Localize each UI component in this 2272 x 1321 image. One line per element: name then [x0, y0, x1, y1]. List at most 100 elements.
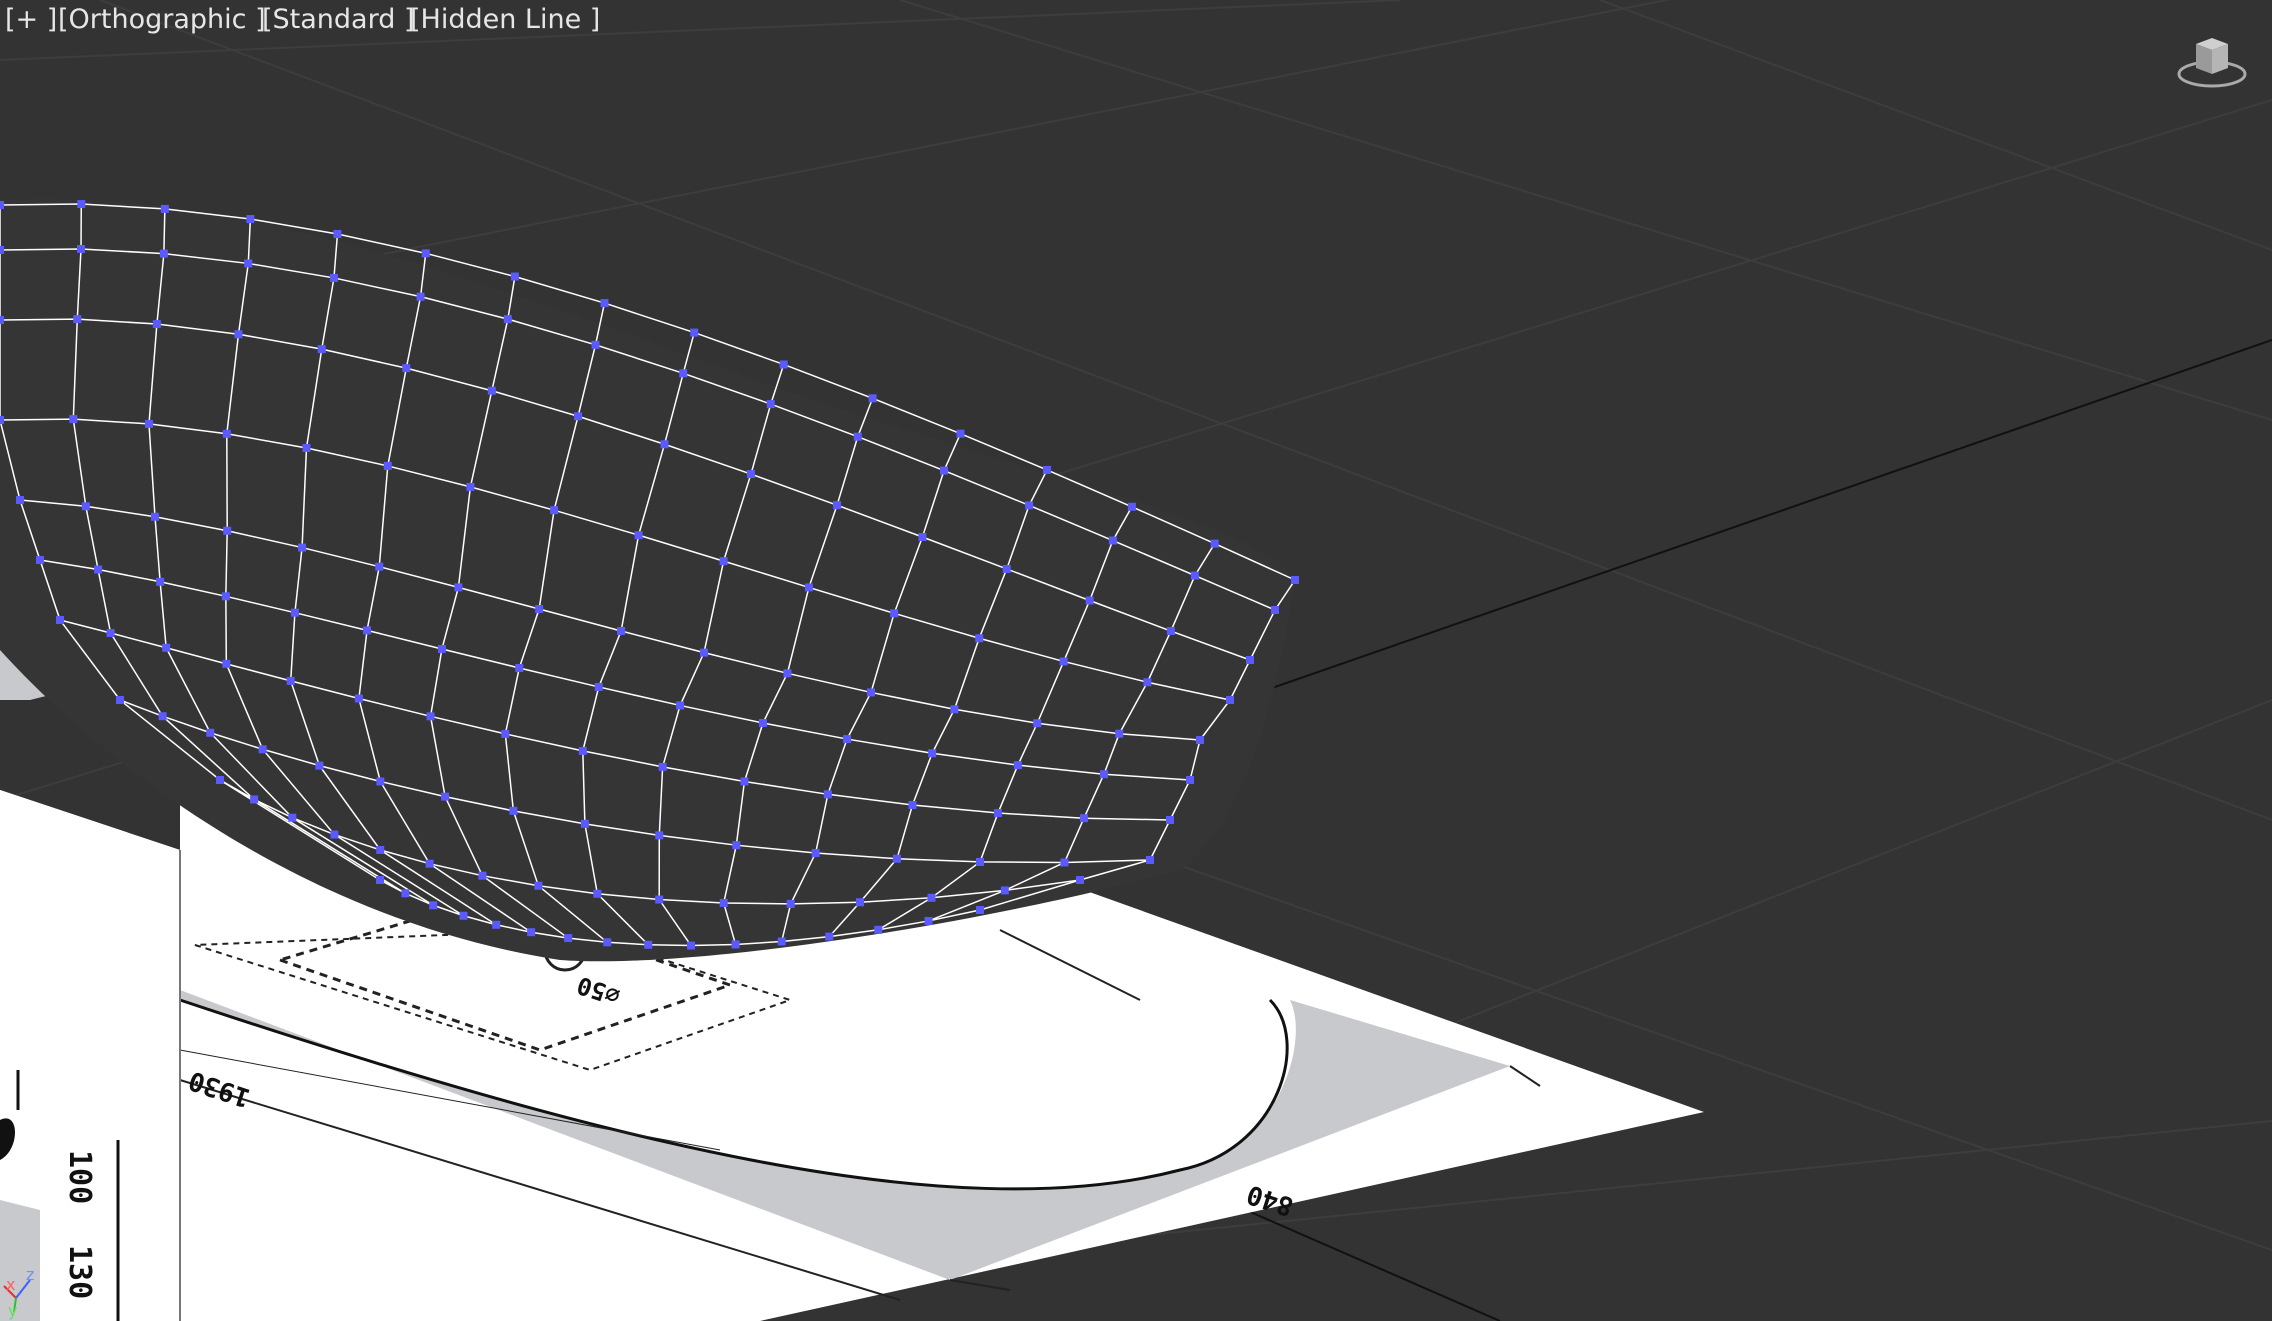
mesh-vertex[interactable] [315, 761, 324, 770]
mesh-vertex[interactable] [376, 845, 385, 854]
mesh-vertex[interactable] [330, 830, 339, 839]
mesh-vertex[interactable] [1059, 657, 1068, 666]
mesh-vertex[interactable] [302, 443, 311, 452]
mesh-vertex[interactable] [1246, 656, 1254, 664]
mesh-vertex[interactable] [783, 669, 792, 678]
viewport-3d[interactable]: 1930 840 ⌀50 100 130 [+ ] [Orthographic … [0, 0, 2272, 1321]
mesh-vertex[interactable] [853, 432, 862, 441]
mesh-vertex[interactable] [535, 605, 544, 614]
mesh-vertex[interactable] [779, 360, 788, 369]
mesh-vertex[interactable] [363, 626, 372, 635]
mesh-vertex[interactable] [660, 440, 669, 449]
mesh-vertex[interactable] [1166, 627, 1175, 636]
mesh-vertex[interactable] [376, 777, 385, 786]
mesh-vertex[interactable] [290, 608, 299, 617]
mesh-vertex[interactable] [77, 200, 86, 209]
mesh-vertex[interactable] [246, 215, 255, 224]
mesh-vertex[interactable] [222, 659, 231, 668]
mesh-vertex[interactable] [376, 876, 384, 884]
mesh-vertex[interactable] [1271, 606, 1279, 614]
mesh-vertex[interactable] [1196, 736, 1204, 744]
mesh-vertex[interactable] [509, 806, 518, 815]
mesh-vertex[interactable] [700, 648, 708, 657]
mesh-vertex[interactable] [939, 466, 948, 475]
mesh-vertex[interactable] [868, 394, 877, 403]
mesh-vertex[interactable] [1076, 876, 1084, 884]
mesh-vertex[interactable] [634, 531, 643, 540]
mesh-vertex[interactable] [786, 899, 795, 908]
mesh-vertex[interactable] [286, 676, 295, 685]
mesh-vertex[interactable] [833, 501, 842, 510]
mesh-vertex[interactable] [437, 644, 446, 653]
mesh-vertex[interactable] [487, 386, 496, 395]
mesh-vertex[interactable] [144, 419, 153, 428]
mesh-vertex[interactable] [150, 512, 159, 521]
mesh-vertex[interactable] [298, 543, 307, 552]
mesh-vertex[interactable] [106, 629, 115, 638]
mesh-vertex[interactable] [73, 315, 82, 324]
mesh-vertex[interactable] [426, 712, 435, 721]
mesh-vertex[interactable] [258, 745, 267, 754]
mesh-vertex[interactable] [1146, 856, 1154, 864]
mesh-vertex[interactable] [658, 762, 667, 771]
mesh-vertex[interactable] [116, 696, 124, 704]
mesh-vertex[interactable] [156, 577, 165, 586]
viewport-menu-button[interactable]: [+ ] [5, 4, 57, 35]
mesh-vertex[interactable] [1108, 536, 1117, 545]
mesh-vertex[interactable] [777, 937, 786, 946]
mesh-vertex[interactable] [441, 792, 450, 801]
mesh-vertex[interactable] [1099, 770, 1108, 779]
mesh-vertex[interactable] [550, 506, 559, 515]
mesh-vertex[interactable] [617, 626, 626, 635]
mesh-vertex[interactable] [825, 932, 834, 941]
mesh-vertex[interactable] [918, 533, 927, 542]
mesh-vertex[interactable] [515, 663, 524, 672]
mesh-vertex[interactable] [679, 369, 688, 378]
mesh-vertex[interactable] [510, 272, 519, 281]
mesh-vertex[interactable] [1190, 571, 1199, 580]
mesh-vertex[interactable] [244, 259, 253, 268]
mesh-vertex[interactable] [644, 940, 653, 949]
mesh-vertex[interactable] [580, 819, 589, 828]
mesh-vertex[interactable] [731, 940, 740, 949]
mesh-vertex[interactable] [333, 230, 342, 239]
mesh-vertex[interactable] [459, 911, 468, 920]
mesh-vertex[interactable] [16, 496, 24, 504]
mesh-vertex[interactable] [421, 249, 430, 258]
mesh-vertex[interactable] [503, 315, 512, 324]
mesh-vertex[interactable] [77, 244, 86, 253]
mesh-vertex[interactable] [159, 249, 168, 258]
mesh-vertex[interactable] [1079, 814, 1088, 823]
mesh-vertex[interactable] [591, 340, 600, 349]
mesh-vertex[interactable] [766, 400, 775, 409]
mesh-vertex[interactable] [162, 643, 171, 652]
mesh-vertex[interactable] [250, 795, 259, 804]
mesh-vertex[interactable] [0, 416, 4, 424]
mesh-vertex[interactable] [1025, 501, 1034, 510]
mesh-vertex[interactable] [600, 299, 609, 308]
viewport-projection-label[interactable]: [Orthographic ] [58, 4, 266, 35]
mesh-vertex[interactable] [81, 502, 90, 511]
mesh-vertex[interactable] [36, 556, 44, 564]
mesh-vertex[interactable] [1002, 564, 1011, 573]
mesh-vertex[interactable] [804, 583, 813, 592]
mesh-vertex[interactable] [401, 889, 410, 898]
mesh-vertex[interactable] [317, 345, 326, 354]
mesh-vertex[interactable] [1060, 858, 1069, 867]
mesh-vertex[interactable] [492, 920, 501, 929]
mesh-vertex[interactable] [655, 831, 664, 840]
mesh-vertex[interactable] [534, 881, 543, 890]
mesh-vertex[interactable] [687, 941, 696, 950]
mesh-vertex[interactable] [956, 429, 965, 438]
mesh-vertex[interactable] [758, 718, 767, 727]
mesh-vertex[interactable] [0, 246, 4, 254]
mesh-vertex[interactable] [975, 634, 984, 643]
mesh-vertex[interactable] [593, 889, 602, 898]
mesh-vertex[interactable] [1033, 719, 1042, 728]
mesh-vertex[interactable] [574, 412, 583, 421]
mesh-vertex[interactable] [329, 273, 338, 282]
mesh-vertex[interactable] [354, 694, 363, 703]
mesh-vertex[interactable] [823, 790, 832, 799]
mesh-vertex[interactable] [454, 583, 463, 592]
mesh-vertex[interactable] [152, 320, 161, 329]
